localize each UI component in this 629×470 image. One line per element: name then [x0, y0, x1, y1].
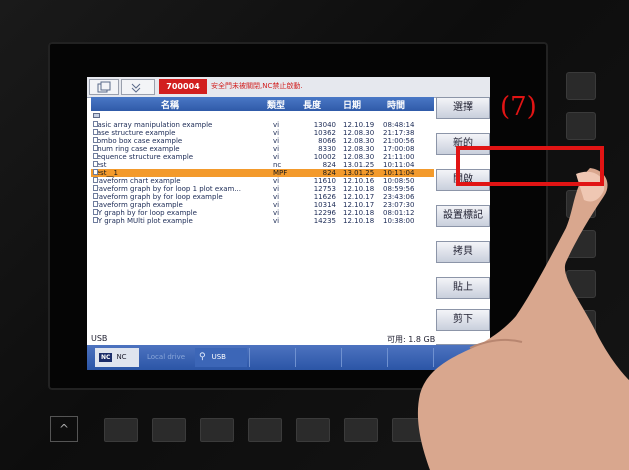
step-label: (7): [500, 92, 537, 122]
pointing-hand-photo: [417, 168, 629, 470]
highlight-box: [456, 146, 604, 186]
